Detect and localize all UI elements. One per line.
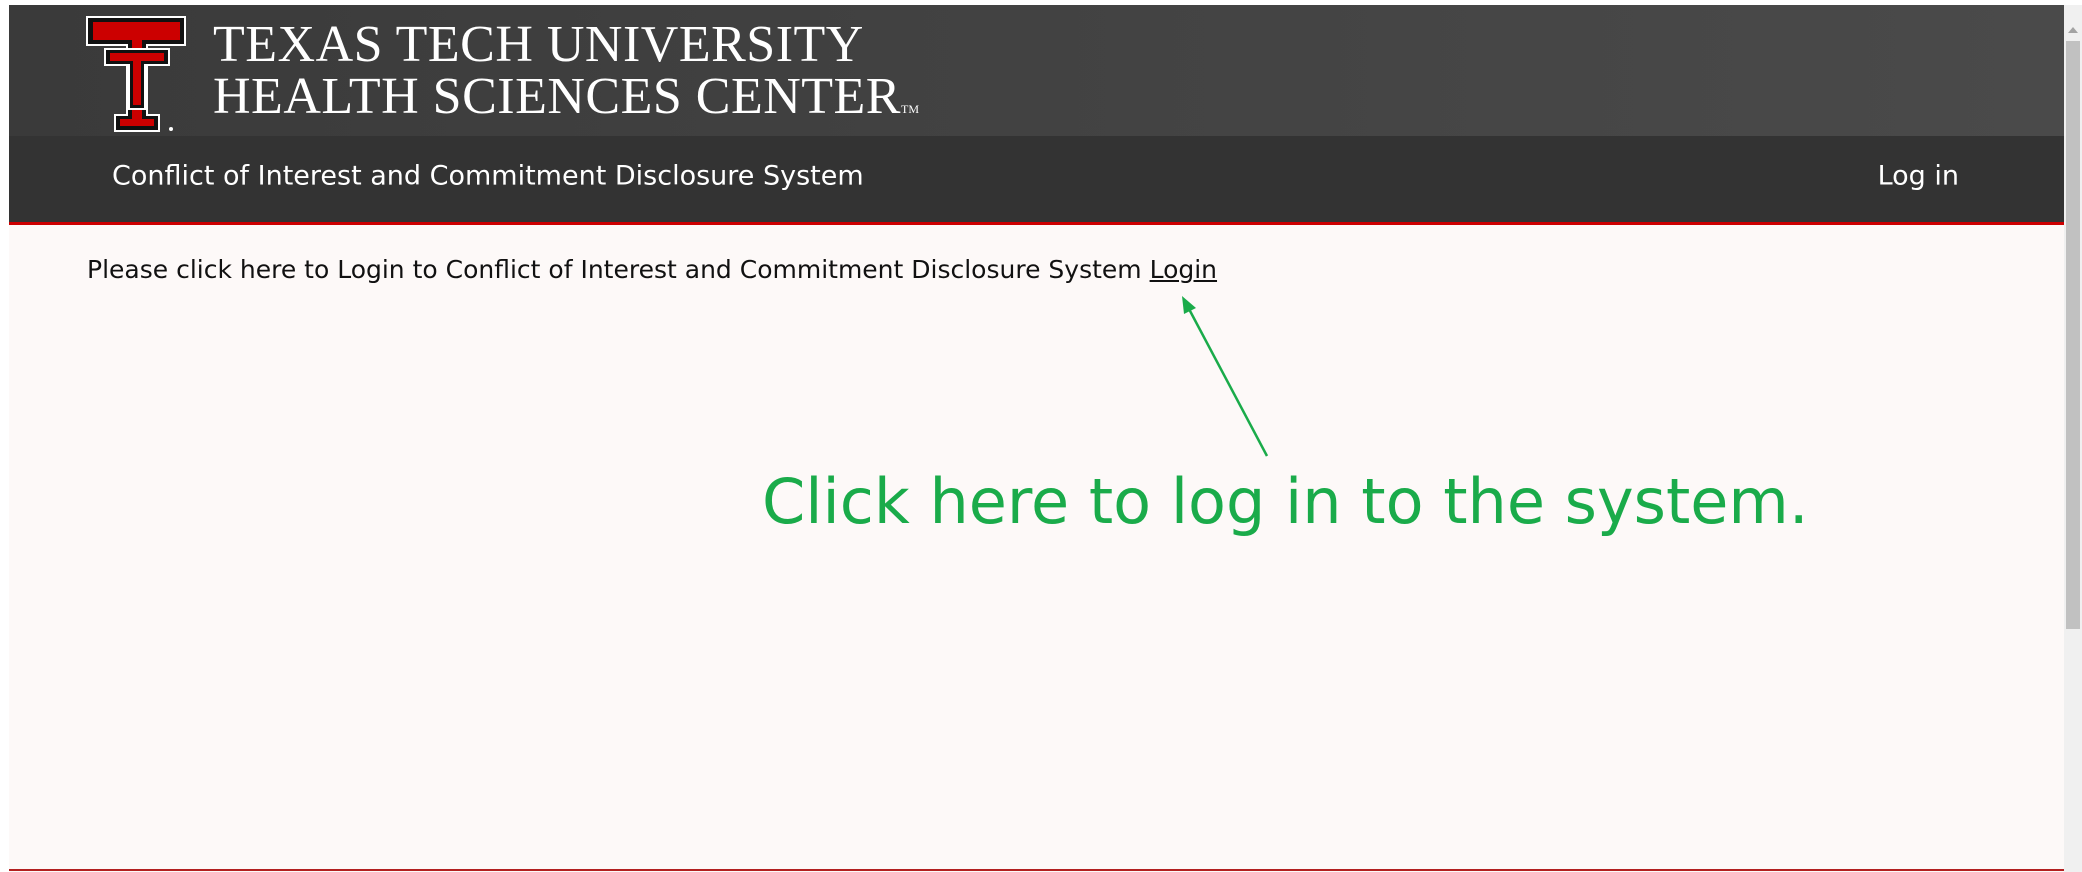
navbar: Conflict of Interest and Commitment Disc… [9, 136, 2064, 225]
footer-divider [9, 869, 2064, 871]
scroll-up-arrow-icon[interactable] [2068, 27, 2078, 33]
wordmark-line-2-text: HEALTH SCIENCES CENTER [213, 68, 901, 125]
wordmark-line-2: HEALTH SCIENCES CENTERTM [213, 71, 919, 135]
university-wordmark: TEXAS TECH UNIVERSITY HEALTH SCIENCES CE… [213, 19, 919, 135]
wordmark-line-1: TEXAS TECH UNIVERSITY [213, 16, 864, 73]
login-instruction: Please click here to Login to Conflict o… [87, 255, 1217, 284]
instruction-text: Please click here to Login to Conflict o… [87, 255, 1150, 284]
scroll-thumb[interactable] [2066, 41, 2080, 629]
nav-login-link[interactable]: Log in [1878, 161, 1959, 192]
site-header: TEXAS TECH UNIVERSITY HEALTH SCIENCES CE… [9, 5, 2064, 136]
login-link[interactable]: Login [1150, 255, 1217, 284]
browser-viewport: TEXAS TECH UNIVERSITY HEALTH SCIENCES CE… [9, 5, 2064, 872]
annotation-callout: Click here to log in to the system. [762, 465, 1809, 538]
vertical-scrollbar[interactable] [2064, 5, 2082, 872]
double-t-logo[interactable] [85, 15, 189, 134]
system-title-link[interactable]: Conflict of Interest and Commitment Disc… [112, 161, 864, 192]
trademark-mark: TM [901, 102, 919, 116]
